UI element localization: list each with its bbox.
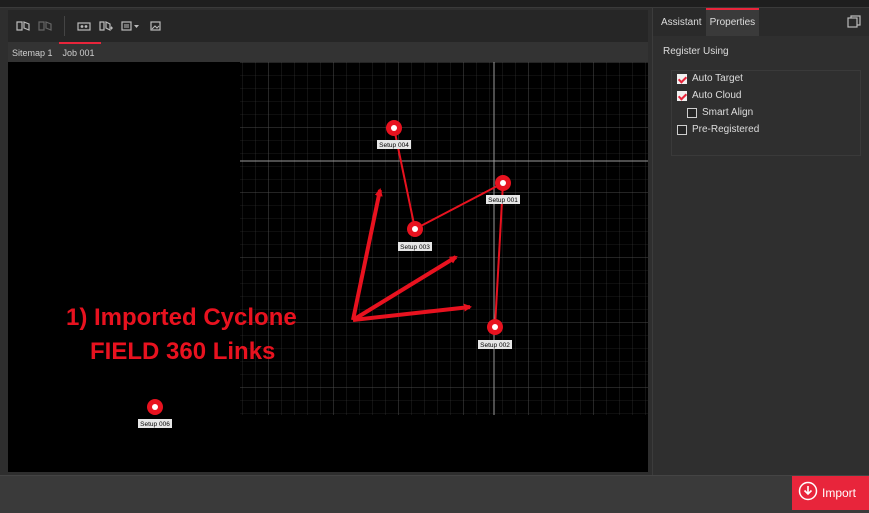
sitemap-drawing: Setup 004 Setup 001 Setup 003 Setup 002 …	[66, 62, 648, 428]
toolbar-separator	[64, 16, 65, 36]
sitemap-add-icon[interactable]	[99, 20, 113, 32]
auto-cloud-checkbox[interactable]	[677, 90, 687, 101]
smart-align-checkbox[interactable]	[687, 107, 697, 118]
option-label: Auto Target	[692, 73, 743, 84]
image-icon[interactable]	[149, 20, 163, 32]
tab-label: Sitemap 1	[12, 48, 53, 58]
tab-sitemap-1[interactable]: Sitemap 1	[8, 42, 59, 62]
tab-label: Assistant	[661, 16, 702, 28]
pre-registered-checkbox[interactable]	[677, 124, 687, 135]
sitemap-disabled-icon[interactable]	[38, 20, 52, 32]
view-dropdown-icon[interactable]	[121, 20, 141, 32]
option-auto-cloud[interactable]: Auto Cloud	[677, 90, 741, 101]
setup-label: Setup 006	[140, 421, 170, 428]
grid	[240, 62, 648, 415]
top-strip	[0, 0, 869, 8]
import-label: Import	[822, 486, 857, 500]
right-panel-tabs: Assistant Properties	[653, 8, 869, 36]
register-using-title: Register Using	[663, 46, 729, 57]
maximize-icon[interactable]	[847, 15, 861, 33]
sitemap-canvas[interactable]: Setup 004 Setup 001 Setup 003 Setup 002 …	[8, 62, 648, 472]
annotation-line-1: 1) Imported Cyclone	[66, 304, 297, 331]
option-label: Auto Cloud	[692, 90, 742, 101]
tab-label: Job 001	[62, 48, 95, 58]
sitemap-icon[interactable]	[16, 20, 30, 32]
station-icon[interactable]	[77, 20, 91, 32]
option-pre-registered[interactable]: Pre-Registered	[677, 124, 759, 135]
setup-label: Setup 003	[400, 244, 430, 251]
toolbar	[8, 10, 648, 42]
document-tabs: Sitemap 1 Job 001	[8, 42, 648, 62]
setup-label: Setup 004	[379, 142, 409, 149]
setup-label: Setup 002	[480, 342, 510, 349]
right-panel: Assistant Properties Register Using Auto…	[652, 8, 869, 475]
option-label: Smart Align	[702, 107, 754, 118]
bottom-bar	[0, 475, 869, 513]
setup-006[interactable]: Setup 006	[138, 399, 172, 428]
tab-job-001[interactable]: Job 001	[58, 42, 101, 62]
tab-properties[interactable]: Properties	[705, 8, 760, 36]
import-button[interactable]: Import	[792, 476, 869, 510]
tab-assistant[interactable]: Assistant	[657, 8, 706, 36]
option-auto-target[interactable]: Auto Target	[677, 73, 743, 84]
auto-target-checkbox[interactable]	[677, 73, 687, 84]
annotation-line-2: FIELD 360 Links	[90, 338, 275, 365]
tab-label: Properties	[709, 16, 756, 28]
import-icon	[798, 481, 818, 506]
option-smart-align[interactable]: Smart Align	[687, 107, 753, 118]
option-label: Pre-Registered	[692, 124, 760, 135]
setup-label: Setup 001	[488, 197, 518, 204]
